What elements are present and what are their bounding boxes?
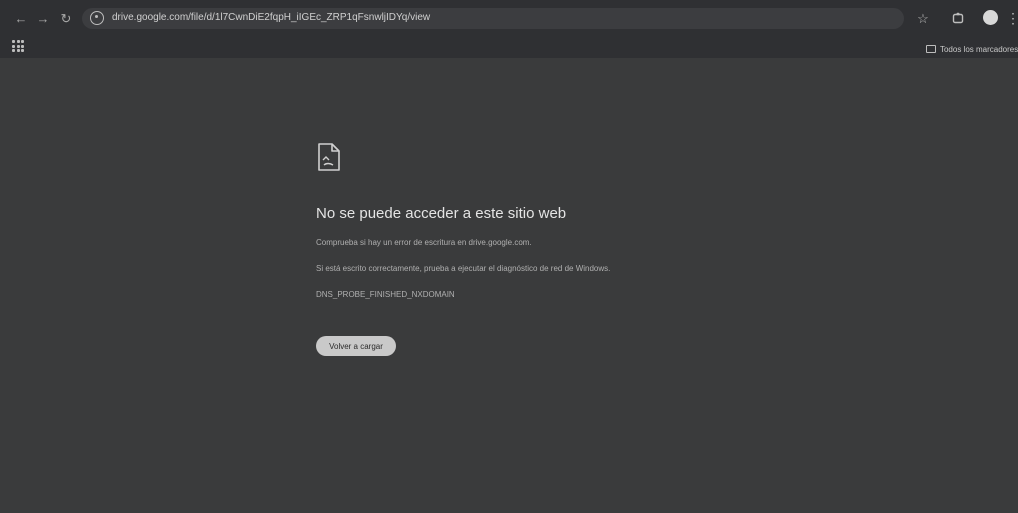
- arrow-right-icon: →: [36, 10, 50, 26]
- all-bookmarks-folder[interactable]: Todos los marcadores: [926, 42, 1018, 56]
- back-button[interactable]: ←: [12, 9, 30, 27]
- extensions-icon: [952, 12, 964, 24]
- browser-window: ← → ↻ drive.google.com/file/d/1l7CwnDiE2…: [0, 0, 1018, 513]
- apps-grid-icon[interactable]: [12, 40, 24, 52]
- broken-document-icon: [318, 143, 340, 171]
- reload-button[interactable]: Volver a cargar: [316, 336, 396, 356]
- address-bar[interactable]: drive.google.com/file/d/1l7CwnDiE2fqpH_i…: [82, 8, 904, 29]
- reload-page-button[interactable]: ↻: [57, 9, 75, 27]
- bookmark-star-button[interactable]: ☆: [914, 9, 932, 27]
- avatar[interactable]: [983, 10, 998, 25]
- browser-toolbar: ← → ↻ drive.google.com/file/d/1l7CwnDiE2…: [0, 0, 1018, 36]
- error-hint-diagnostics[interactable]: Si está escrito correctamente, prueba a …: [316, 264, 610, 273]
- kebab-menu-icon[interactable]: ⋮: [1006, 9, 1018, 27]
- error-code: DNS_PROBE_FINISHED_NXDOMAIN: [316, 290, 455, 299]
- reload-icon: ↻: [60, 10, 72, 26]
- bookmarks-bar: [0, 36, 1018, 58]
- site-info-icon[interactable]: [90, 11, 104, 25]
- extensions-button[interactable]: [949, 9, 967, 27]
- arrow-left-icon: ←: [14, 10, 28, 26]
- error-title: No se puede acceder a este sitio web: [316, 205, 567, 222]
- error-page: No se puede acceder a este sitio web Com…: [0, 58, 1018, 513]
- star-icon: ☆: [917, 10, 929, 26]
- url-text[interactable]: drive.google.com/file/d/1l7CwnDiE2fqpH_i…: [112, 12, 812, 23]
- forward-button[interactable]: →: [34, 9, 52, 27]
- folder-icon: [926, 45, 936, 53]
- error-hint-spelling: Comprueba si hay un error de escritura e…: [316, 238, 532, 247]
- bookmarks-folder-label: Todos los marcadores: [939, 44, 1018, 54]
